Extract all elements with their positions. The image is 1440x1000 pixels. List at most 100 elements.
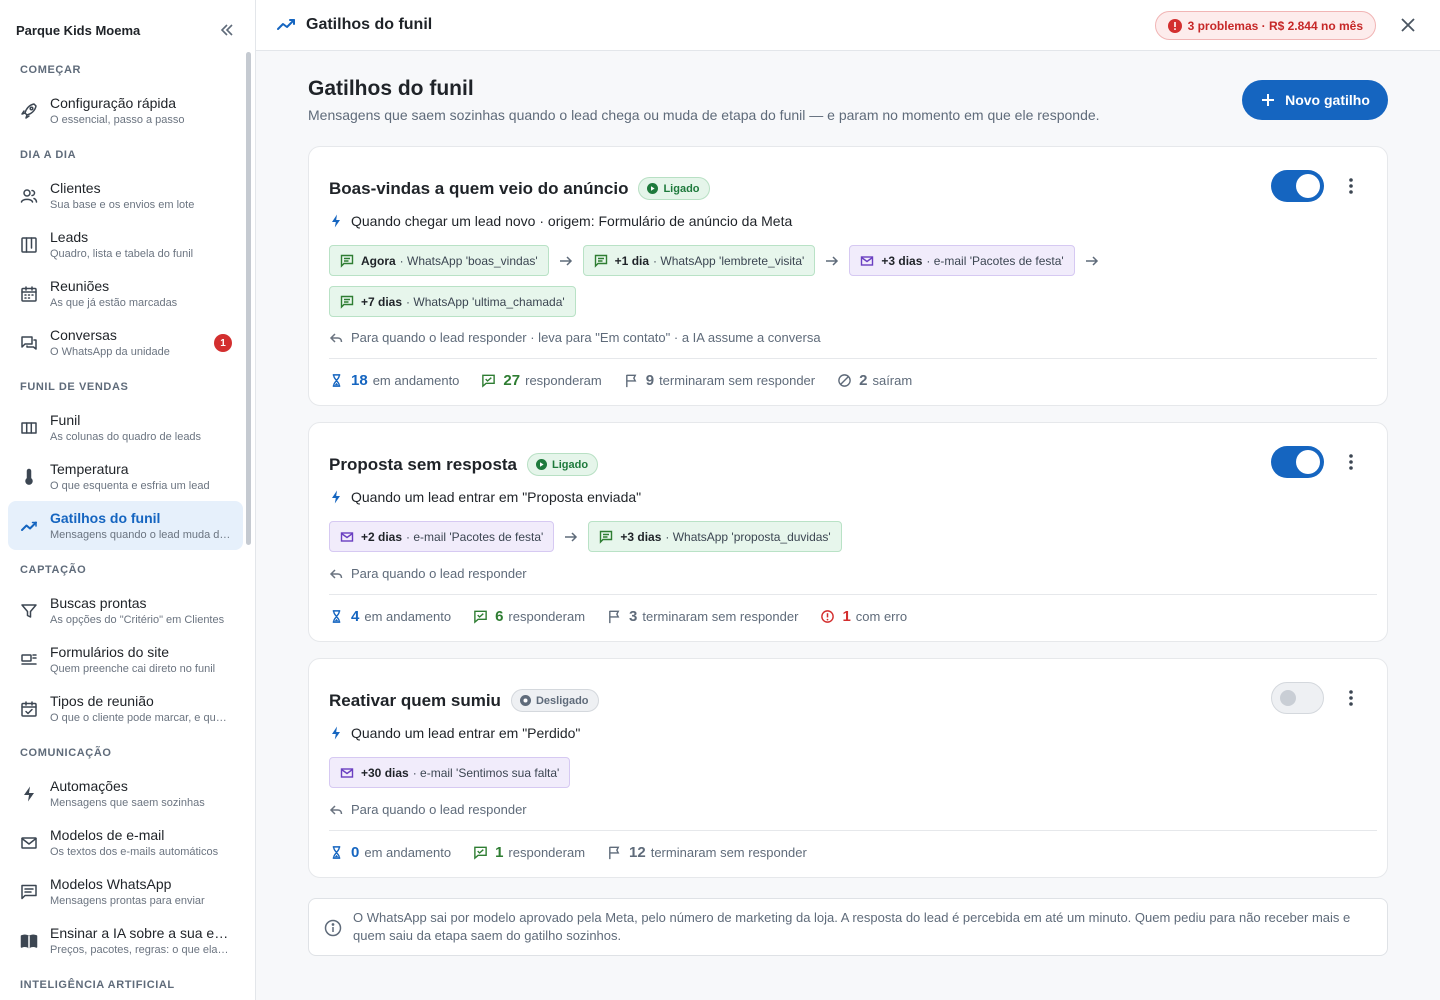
- sidebar-item-label: Modelos WhatsApp: [50, 875, 172, 892]
- stat-label: terminaram sem responder: [650, 845, 807, 860]
- trigger-card: Proposta sem resposta Ligado Quando um lea…: [308, 422, 1388, 642]
- trigger-stats: 4 em andamento 6 responderam 3 terminaram sem…: [329, 608, 929, 625]
- sidebar-item-clientes[interactable]: Clientes Sua base e os envios em lote: [8, 171, 243, 220]
- step-chip[interactable]: +2 dias · e-mail 'Pacotes de festa': [329, 521, 555, 552]
- collapse-sidebar-icon[interactable]: [215, 18, 239, 42]
- trigger-condition-text: Quando um lead entrar em "Perdido": [351, 725, 581, 741]
- sidebar-item-text: Reuniões As que já estão marcadas: [50, 277, 231, 311]
- sidebar-item-text: Buscas prontas As opções do "Critério" em…: [50, 594, 231, 628]
- sidebar-section-label: DIA A DIA: [20, 149, 77, 161]
- stat-item[interactable]: 1 responderam: [473, 844, 585, 861]
- sidebar-item-description: Mensagens prontas para enviar: [50, 894, 205, 907]
- sidebar-item-description: O essencial, passo a passo: [50, 113, 185, 126]
- sidebar-item-tipos-de-reuniao[interactable]: Tipos de reunião O que o cliente pode mar…: [8, 684, 243, 733]
- sidebar-item-funil[interactable]: Funil As colunas do quadro de leads: [8, 403, 243, 452]
- trigger-toggle[interactable]: [1271, 682, 1324, 714]
- sidebar-item-label: Tipos de reunião: [50, 692, 154, 709]
- problems-text: 3 problemas · R$ 2.844 no mês: [1187, 18, 1363, 33]
- sidebar-item-gatilhos-do-funil[interactable]: Gatilhos do funil Mensagens quando o lead…: [8, 501, 243, 550]
- sidebar-scrollbar[interactable]: [246, 52, 251, 545]
- sidebar-item-buscas-prontas[interactable]: Buscas prontas As opções do "Critério" em…: [8, 586, 243, 635]
- stat-item[interactable]: 27 responderam: [481, 372, 602, 389]
- stat-value: 4: [351, 608, 360, 625]
- sidebar-item-text: Automações Mensagens que saem sozinhas: [50, 777, 231, 811]
- step-chip[interactable]: +30 dias · e-mail 'Sentimos sua falta': [329, 757, 571, 788]
- arrow-right-icon: [559, 255, 572, 266]
- step-chip[interactable]: +3 dias · WhatsApp 'proposta_duvidas': [588, 521, 842, 552]
- sidebar-item-text: Clientes Sua base e os envios em lote: [50, 179, 231, 213]
- stat-label: terminaram sem responder: [642, 609, 799, 624]
- sidebar-item-reunioes[interactable]: Reuniões As que já estão marcadas: [8, 269, 243, 318]
- sidebar-item-modelos-whatsapp[interactable]: Modelos WhatsApp Mensagens prontas para e…: [8, 867, 243, 916]
- stat-item[interactable]: 4 em andamento: [329, 608, 451, 625]
- sidebar-item-description: Quadro, lista e tabela do funil: [50, 247, 194, 260]
- trigger-toggle[interactable]: [1271, 446, 1324, 478]
- more-options-icon[interactable]: [1341, 452, 1361, 472]
- step-chip[interactable]: +3 dias · e-mail 'Pacotes de festa': [849, 245, 1075, 276]
- trigger-condition-text: Quando um lead entrar em "Proposta envia…: [351, 489, 642, 505]
- sidebar-item-leads[interactable]: Leads Quadro, lista e tabela do funil: [8, 220, 243, 269]
- toggle-knob: [1296, 174, 1320, 198]
- problems-badge[interactable]: 3 problemas · R$ 2.844 no mês: [1154, 11, 1376, 40]
- sidebar-item-label: Configuração rápida: [50, 94, 177, 111]
- sidebar-item-text: Tipos de reunião O que o cliente pode mar…: [50, 692, 231, 726]
- sidebar-section-label: COMEÇAR: [20, 64, 82, 76]
- stat-item[interactable]: 6 responderam: [473, 608, 585, 625]
- sidebar-item-description: Quem preenche cai direto no funil: [50, 662, 216, 675]
- form-icon: [21, 653, 37, 665]
- close-icon[interactable]: [1398, 15, 1418, 35]
- trigger-name: Reativar quem sumiu: [329, 690, 501, 710]
- stop-condition: Para quando o lead responder: [329, 802, 527, 817]
- unread-badge: 1: [214, 334, 232, 352]
- flag-icon: [609, 610, 620, 624]
- sidebar-item-description: O WhatsApp da unidade: [50, 345, 170, 358]
- step-chip[interactable]: +1 dia · WhatsApp 'lembrete_visita': [582, 245, 816, 276]
- thermometer-icon: [25, 468, 33, 485]
- sidebar-item-label: Reuniões: [50, 277, 110, 294]
- whatsapp-message-icon: [600, 530, 613, 544]
- sidebar-item-conversas[interactable]: Conversas O WhatsApp da unidade 1: [8, 318, 243, 367]
- sidebar-item-label: Formulários do site: [50, 643, 170, 660]
- stat-label: saíram: [872, 373, 913, 388]
- trend-icon: [21, 521, 37, 531]
- reply-icon: [329, 804, 343, 815]
- sidebar-item-configuracao-rapida[interactable]: Configuração rápida O essencial, passo a …: [8, 86, 243, 135]
- sidebar-item-formularios-do-site[interactable]: Formulários do site Quem preenche cai dir…: [8, 635, 243, 684]
- stat-item[interactable]: 0 em andamento: [329, 844, 451, 861]
- stat-item[interactable]: 1 com erro: [820, 608, 907, 625]
- sidebar-item-text: Temperatura O que esquenta e esfria um le…: [50, 460, 231, 494]
- sidebar-item-text: Gatilhos do funil Mensagens quando o lead…: [50, 509, 231, 543]
- sidebar-item-modelos-de-e-mail[interactable]: Modelos de e-mail Os textos dos e-mails a…: [8, 818, 243, 867]
- trigger-condition: Quando um lead entrar em "Perdido": [329, 725, 580, 741]
- toggle-knob: [1280, 690, 1296, 706]
- sidebar-item-automacoes[interactable]: Automações Mensagens que saem sozinhas: [8, 769, 243, 818]
- new-trigger-button[interactable]: Novo gatilho: [1242, 80, 1388, 120]
- sidebar-item-text: Ensinar a IA sobre a sua empresa Preços, …: [50, 924, 231, 958]
- more-options-icon[interactable]: [1341, 688, 1361, 708]
- step-detail: · WhatsApp 'boas_vindas': [399, 253, 538, 268]
- stat-item[interactable]: 18 em andamento: [329, 372, 459, 389]
- stat-item[interactable]: 9 terminaram sem responder: [624, 372, 815, 389]
- status-label: Ligado: [663, 182, 700, 195]
- trigger-toggle[interactable]: [1271, 170, 1324, 202]
- trigger-card: Boas-vindas a quem veio do anúncio Ligado…: [308, 146, 1388, 406]
- card-divider: [329, 594, 1377, 595]
- stat-item[interactable]: 2 saíram: [837, 372, 912, 389]
- sidebar-item-temperatura[interactable]: Temperatura O que esquenta e esfria um le…: [8, 452, 243, 501]
- stat-item[interactable]: 12 terminaram sem responder: [607, 844, 807, 861]
- sidebar-item-label: Leads: [50, 228, 89, 245]
- stat-label: em andamento: [364, 845, 452, 860]
- step-chip[interactable]: Agora · WhatsApp 'boas_vindas': [329, 245, 549, 276]
- rocket-icon: [21, 102, 37, 119]
- bolt-icon: [332, 214, 340, 228]
- more-options-icon[interactable]: [1341, 176, 1361, 196]
- sidebar-item-ensinar-a-ia-sobre-a-sua-empresa[interactable]: Ensinar a IA sobre a sua empresa Preços, …: [8, 916, 243, 965]
- reply-chat-icon: [474, 846, 487, 860]
- step-detail: · e-mail 'Pacotes de festa': [926, 253, 1064, 268]
- sidebar-item-label: Clientes: [50, 179, 101, 196]
- step-detail: · WhatsApp 'proposta_duvidas': [665, 529, 831, 544]
- email-icon: [861, 255, 874, 266]
- step-chip[interactable]: +7 dias · WhatsApp 'ultima_chamada': [329, 286, 576, 317]
- stat-item[interactable]: 3 terminaram sem responder: [607, 608, 798, 625]
- stat-label: responderam: [525, 373, 602, 388]
